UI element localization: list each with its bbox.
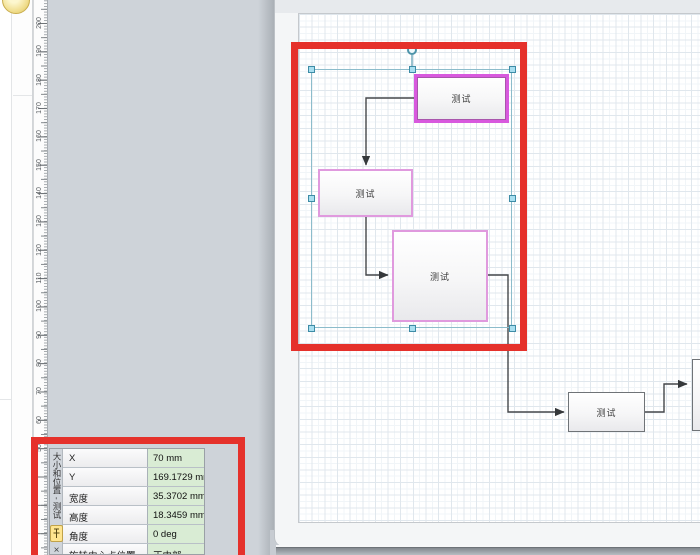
shapes-pane-edge [12, 0, 33, 555]
drawing-window: 测试 测试 测试 测试 测试 [274, 0, 700, 546]
ruler-label: 170 [35, 95, 45, 121]
ruler-label: 110 [35, 265, 45, 291]
annotation-red-box-selection [291, 42, 527, 351]
visio-window: 200 190 180 170 160 150 140 130 120 110 … [0, 0, 700, 555]
divider [13, 95, 32, 96]
ruler-label: 200 [35, 10, 45, 36]
annotation-red-box-panel [31, 437, 245, 555]
ruler-label: 150 [35, 152, 45, 178]
ruler-label: 130 [35, 208, 45, 234]
ruler-label: 140 [35, 180, 45, 206]
left-edge-strip [0, 0, 12, 555]
ruler-label: 120 [35, 237, 45, 263]
flowchart-shape-4[interactable]: 测试 [568, 392, 645, 432]
ruler-label: 90 [35, 322, 45, 348]
ruler-label: 160 [35, 123, 45, 149]
pane-shadow [258, 0, 274, 555]
ruler-label: 60 [35, 407, 45, 433]
canvas-margin [275, 0, 700, 13]
shape-label: 测试 [596, 406, 616, 419]
ruler-label: 100 [35, 293, 45, 319]
flowchart-shape-5[interactable]: 测试 [692, 359, 700, 431]
ruler-label: 70 [35, 378, 45, 404]
horizontal-scrollbar[interactable] [276, 547, 700, 555]
ruler-label: 80 [35, 350, 45, 376]
divider [0, 399, 11, 400]
ruler-label: 190 [35, 38, 45, 64]
ruler-label: 180 [35, 67, 45, 93]
